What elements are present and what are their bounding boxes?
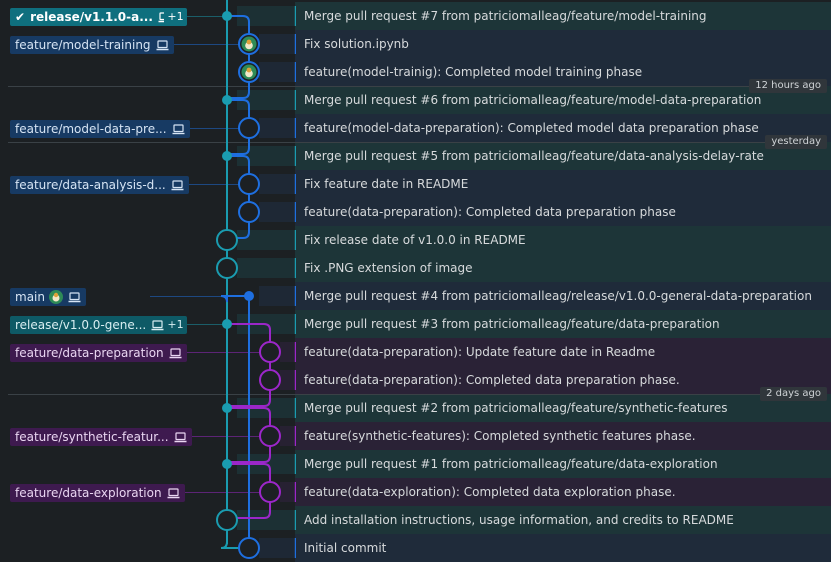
merge-commit-dot[interactable] [222, 151, 232, 161]
commit-graph [216, 0, 281, 559]
commit-avatar-node[interactable] [238, 33, 260, 55]
merge-commit-dot[interactable] [222, 319, 232, 329]
merge-commit-dot[interactable] [222, 11, 232, 21]
commit-node[interactable] [216, 257, 238, 279]
merge-commit-dot[interactable] [244, 291, 254, 301]
merge-commit-dot[interactable] [222, 403, 232, 413]
commit-node[interactable] [259, 369, 281, 391]
commit-node[interactable] [216, 509, 238, 531]
commit-graph-view: Merge pull request #7 from patriciomalle… [0, 0, 831, 562]
commit-node[interactable] [259, 481, 281, 503]
commit-avatar-node[interactable] [238, 61, 260, 83]
commit-node[interactable] [238, 173, 260, 195]
commit-node[interactable] [259, 341, 281, 363]
commit-node[interactable] [238, 537, 260, 559]
commit-node[interactable] [259, 425, 281, 447]
merge-commit-dot[interactable] [222, 459, 232, 469]
commit-node[interactable] [238, 201, 260, 223]
commit-node[interactable] [238, 117, 260, 139]
commit-node[interactable] [216, 229, 238, 251]
merge-commit-dot[interactable] [222, 95, 232, 105]
